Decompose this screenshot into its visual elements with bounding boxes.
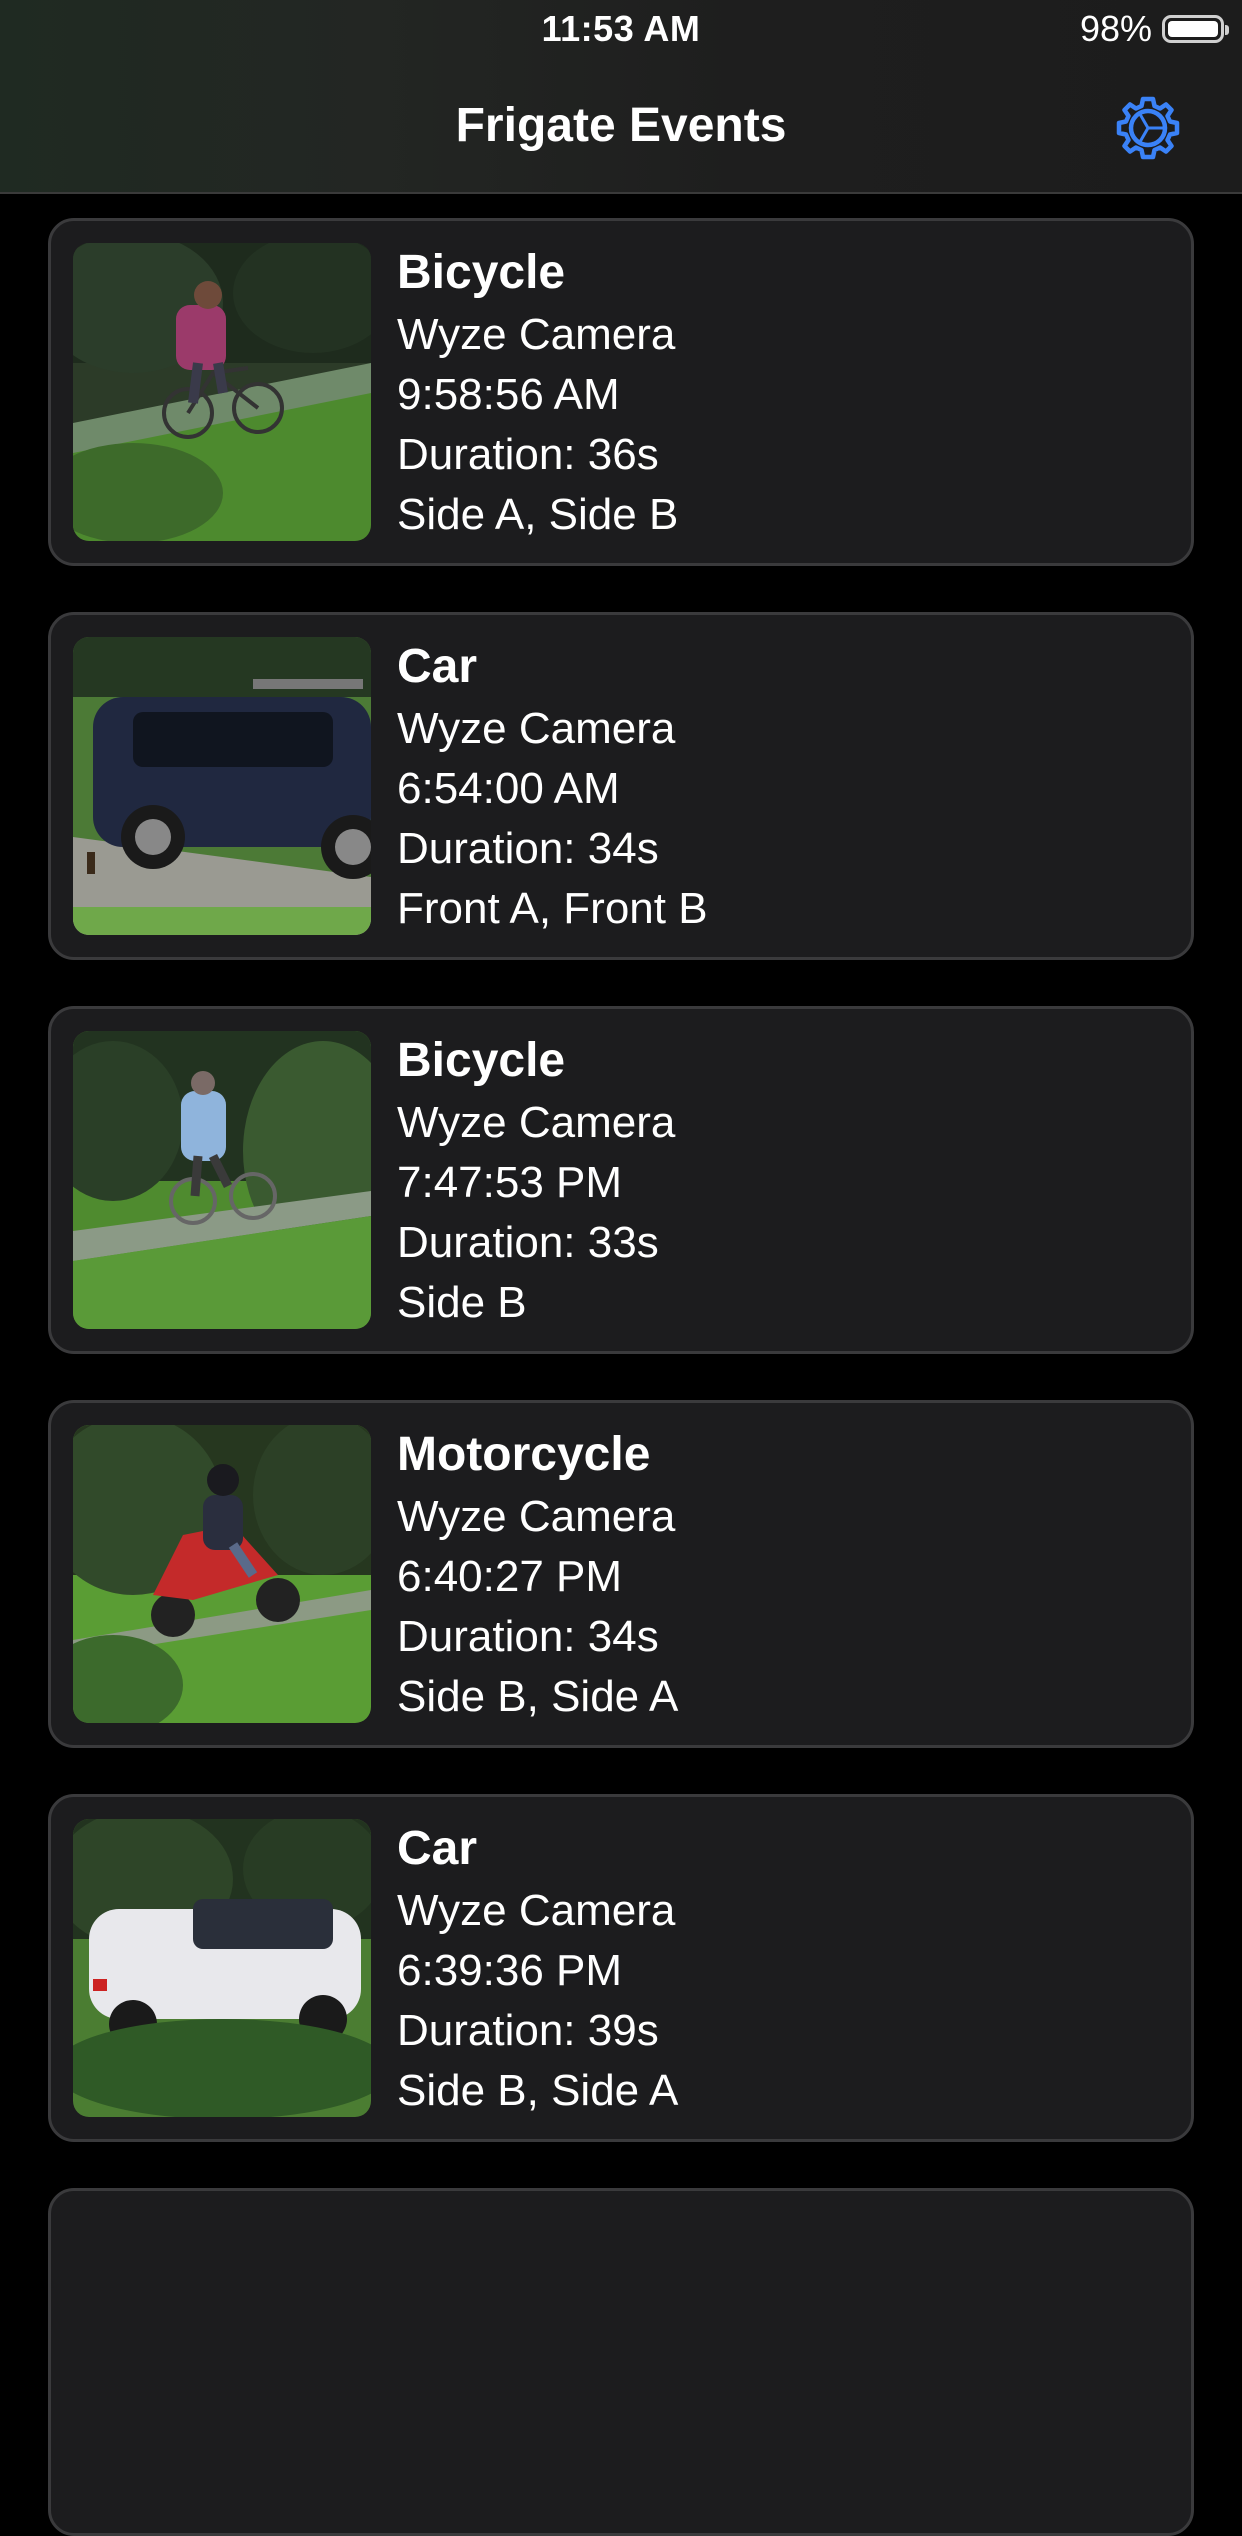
event-label: Motorcycle [397, 1428, 651, 1481]
event-thumbnail [73, 1031, 371, 1329]
event-label: Car [397, 1822, 478, 1875]
event-label: Bicycle [397, 246, 566, 299]
event-duration: Duration: 39s [397, 2006, 659, 2055]
battery-indicator: 98% [1079, 8, 1229, 50]
event-time: 6:39:36 PM [397, 1946, 623, 1995]
event-zones: Front A, Front B [397, 884, 708, 933]
event-card[interactable]: Bicycle Wyze Camera 7:47:53 PM Duration:… [48, 1006, 1194, 1354]
event-thumbnail [73, 637, 371, 935]
nav-header: 11:53 AM 98% Frigate Events [0, 0, 1242, 194]
event-time: 6:54:00 AM [397, 764, 620, 813]
battery-icon [1162, 15, 1229, 43]
status-time: 11:53 AM [541, 8, 701, 49]
event-card[interactable]: Car Wyze Camera 6:54:00 AM Duration: 34s… [48, 612, 1194, 960]
event-thumbnail [73, 1819, 371, 2117]
event-duration: Duration: 36s [397, 430, 659, 479]
event-time: 7:47:53 PM [397, 1158, 623, 1207]
event-duration: Duration: 33s [397, 1218, 659, 1267]
event-thumbnail [73, 243, 371, 541]
battery-percent: 98% [1079, 8, 1152, 49]
event-time: 6:40:27 PM [397, 1552, 623, 1601]
event-zones: Side A, Side B [397, 490, 679, 539]
event-camera: Wyze Camera [397, 1492, 676, 1541]
event-label: Car [397, 640, 478, 693]
event-camera: Wyze Camera [397, 1886, 676, 1935]
event-zones: Side B, Side A [397, 2066, 679, 2115]
event-label: Bicycle [397, 1034, 566, 1087]
event-card[interactable]: Motorcycle Wyze Camera 6:40:27 PM Durati… [48, 1400, 1194, 1748]
event-zones: Side B, Side A [397, 1672, 679, 1721]
page-title: Frigate Events [455, 99, 787, 152]
event-card[interactable]: Bicycle Wyze Camera 9:58:56 AM Duration:… [48, 218, 1194, 566]
event-thumbnail [73, 1425, 371, 1723]
event-zones: Side B [397, 1278, 527, 1327]
event-camera: Wyze Camera [397, 310, 676, 359]
event-time: 9:58:56 AM [397, 370, 620, 419]
event-duration: Duration: 34s [397, 1612, 659, 1661]
event-camera: Wyze Camera [397, 1098, 676, 1147]
event-card[interactable]: Car Wyze Camera 6:39:36 PM Duration: 39s… [48, 1794, 1194, 2142]
gear-icon[interactable] [1114, 94, 1182, 162]
event-duration: Duration: 34s [397, 824, 659, 873]
event-camera: Wyze Camera [397, 704, 676, 753]
event-card-partial[interactable] [48, 2188, 1194, 2536]
